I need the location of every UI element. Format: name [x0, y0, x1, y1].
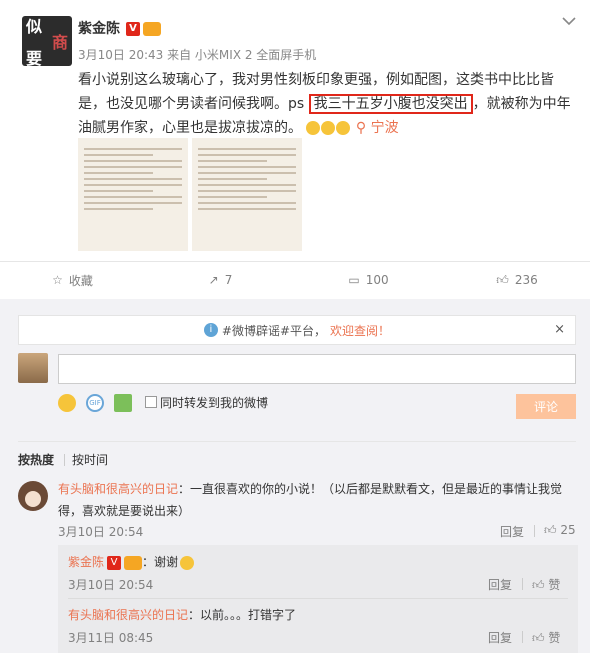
- verified-v-icon: V: [107, 555, 122, 570]
- image-icon[interactable]: [114, 394, 132, 412]
- like-button[interactable]: 👍︎ 236: [444, 262, 590, 298]
- divider: [68, 598, 568, 599]
- submit-comment-button[interactable]: 评论: [516, 394, 576, 419]
- sort-by-hot[interactable]: 按热度: [18, 451, 54, 468]
- comment-icon: ▭: [348, 273, 360, 287]
- reply-user[interactable]: 紫金陈: [68, 555, 104, 569]
- comment-time: 3月10日 20:54: [58, 525, 144, 539]
- author-name-row: 紫金陈 V: [78, 18, 161, 38]
- location-pin-icon: ⚲: [355, 120, 367, 136]
- post-image-2[interactable]: [192, 138, 302, 251]
- comment-button[interactable]: ▭ 100: [296, 262, 441, 298]
- reply-like-button[interactable]: 👍︎ 赞: [532, 576, 560, 593]
- sweat-emoji-icon: [306, 120, 351, 136]
- chevron-down-icon[interactable]: [562, 14, 576, 30]
- verified-v-icon[interactable]: V: [126, 22, 140, 36]
- reply-time: 3月10日 20:54: [68, 578, 154, 592]
- current-user-avatar: [18, 353, 48, 383]
- gif-icon[interactable]: GIF: [86, 394, 104, 412]
- notice-link[interactable]: 欢迎查阅！: [330, 322, 390, 339]
- comment-text: 有头脑和很高兴的日记：一直很喜欢的你的小说！（以后都是默默看文，但是最近的事情让…: [58, 482, 563, 518]
- commenter-avatar[interactable]: [18, 481, 48, 511]
- separator: [534, 525, 535, 537]
- commenter-name[interactable]: 有头脑和很高兴的日记: [58, 482, 178, 496]
- member-level-icon: [124, 555, 143, 570]
- reply-item: 紫金陈 V ：谢谢: [68, 553, 195, 570]
- reply-like-button[interactable]: 👍︎ 赞: [532, 629, 560, 646]
- sort-by-time[interactable]: 按时间: [72, 451, 108, 468]
- emoji-icon[interactable]: [58, 394, 76, 412]
- comment-like-button[interactable]: 👍︎ 25: [544, 523, 576, 538]
- favorite-button[interactable]: ☆ 收藏: [0, 262, 145, 298]
- thumbs-up-icon: 👍︎: [532, 631, 545, 645]
- rumor-notice: i #微博辟谣#平台， 欢迎查阅！ ×: [18, 315, 576, 345]
- highlighted-text: 我三十五岁小腹也没突出: [308, 94, 473, 114]
- thumbs-up-icon: 👍︎: [496, 272, 509, 287]
- reply-time: 3月11日 08:45: [68, 631, 154, 645]
- info-icon: i: [203, 323, 218, 337]
- star-icon: ☆: [52, 273, 63, 287]
- thumbs-up-icon: 👍︎: [532, 578, 545, 592]
- reply-button[interactable]: 回复: [488, 629, 512, 646]
- member-level-icon[interactable]: [143, 22, 161, 36]
- author-name[interactable]: 紫金陈: [78, 21, 120, 37]
- divider: [18, 441, 576, 442]
- close-icon[interactable]: ×: [554, 322, 565, 337]
- reply-button[interactable]: 回复: [488, 576, 512, 593]
- separator: [522, 631, 523, 643]
- post-text: 看小说别这么玻璃心了，我对男性刻板印象更强，例如配图，这类书中比比皆是，也没见哪…: [78, 72, 571, 136]
- reply-user[interactable]: 有头脑和很高兴的日记: [68, 608, 188, 622]
- separator: [64, 454, 65, 466]
- smile-emoji-icon: [180, 555, 195, 570]
- repost-checkbox[interactable]: [145, 396, 157, 408]
- comment-input[interactable]: [58, 354, 576, 384]
- reply-item: 有头脑和很高兴的日记：以前。。。打错字了: [68, 608, 297, 622]
- reply-button[interactable]: 回复: [500, 523, 524, 540]
- repost-label: 同时转发到我的微博: [160, 396, 269, 410]
- post-image-1[interactable]: [78, 138, 188, 251]
- post-meta[interactable]: 3月10日 20:43 来自 小米MIX 2 全面屏手机: [78, 46, 316, 63]
- share-icon: ↗: [208, 273, 219, 287]
- separator: [522, 578, 523, 590]
- thumbs-up-icon: 👍︎: [544, 523, 557, 537]
- share-button[interactable]: ↗ 7: [148, 262, 293, 298]
- location-link[interactable]: ⚲ 宁波: [356, 120, 399, 136]
- author-avatar[interactable]: 似 商 要 醉 犯 罪: [22, 16, 72, 66]
